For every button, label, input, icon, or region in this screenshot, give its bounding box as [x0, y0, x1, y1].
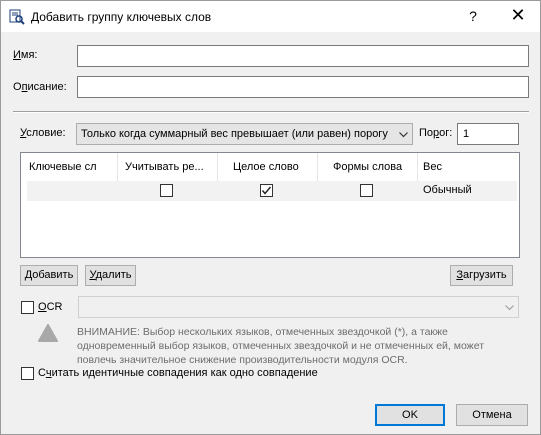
name-input[interactable]	[77, 45, 529, 67]
threshold-input[interactable]: 1	[457, 123, 519, 145]
condition-label: Условие:	[20, 127, 66, 139]
load-button[interactable]: Загрузить	[450, 265, 513, 286]
condition-select-value: Только когда суммарный вес превышает (ил…	[81, 128, 388, 140]
keyword-search-app-icon	[9, 9, 25, 25]
column-header-keywords[interactable]: Ключевые сл	[21, 153, 117, 181]
match-case-checkbox[interactable]	[160, 184, 173, 197]
ocr-label: OCR	[38, 301, 63, 313]
checkmark-icon	[261, 186, 272, 195]
chevron-down-icon	[505, 305, 514, 311]
separator	[13, 111, 529, 113]
close-button[interactable]: ✕	[501, 1, 535, 32]
whole-word-checkbox[interactable]	[260, 184, 273, 197]
add-keyword-group-dialog: Добавить группу ключевых слов ? ✕ Имя: О…	[0, 0, 541, 435]
column-header-match-case[interactable]: Учитывать ре...	[117, 153, 217, 181]
name-label: Имя:	[13, 49, 38, 61]
description-input[interactable]	[77, 76, 529, 98]
ocr-warning-text: ВНИМАНИЕ: Выбор нескольких языков, отмеч…	[77, 326, 485, 366]
cell-weight[interactable]: Обычный	[423, 184, 472, 196]
ocr-language-select[interactable]	[78, 296, 519, 318]
description-label: Описание:	[13, 81, 67, 93]
warning-icon	[38, 324, 58, 342]
ocr-checkbox[interactable]	[21, 301, 34, 314]
identical-matches-checkbox[interactable]	[21, 367, 34, 380]
add-button[interactable]: Добавить	[20, 265, 78, 286]
table-row[interactable]: Обычный	[27, 181, 517, 201]
condition-select[interactable]: Только когда суммарный вес превышает (ил…	[76, 123, 413, 145]
identical-matches-label: Считать идентичные совпадения как одно с…	[38, 367, 318, 379]
help-button[interactable]: ?	[459, 1, 487, 32]
remove-button[interactable]: Удалить	[85, 265, 136, 286]
column-header-weight[interactable]: Вес	[417, 153, 519, 181]
threshold-label: Порог:	[419, 127, 453, 139]
window-title: Добавить группу ключевых слов	[31, 10, 212, 24]
title-bar: Добавить группу ключевых слов ? ✕	[1, 1, 540, 32]
column-header-word-forms[interactable]: Формы слова	[317, 153, 417, 181]
word-forms-checkbox[interactable]	[360, 184, 373, 197]
ok-button[interactable]: OK	[375, 404, 445, 426]
keywords-table[interactable]: Ключевые сл Учитывать ре... Целое слово …	[20, 152, 520, 258]
column-header-whole-word[interactable]: Целое слово	[217, 153, 317, 181]
chevron-down-icon	[399, 132, 408, 138]
cancel-button[interactable]: Отмена	[456, 404, 528, 426]
